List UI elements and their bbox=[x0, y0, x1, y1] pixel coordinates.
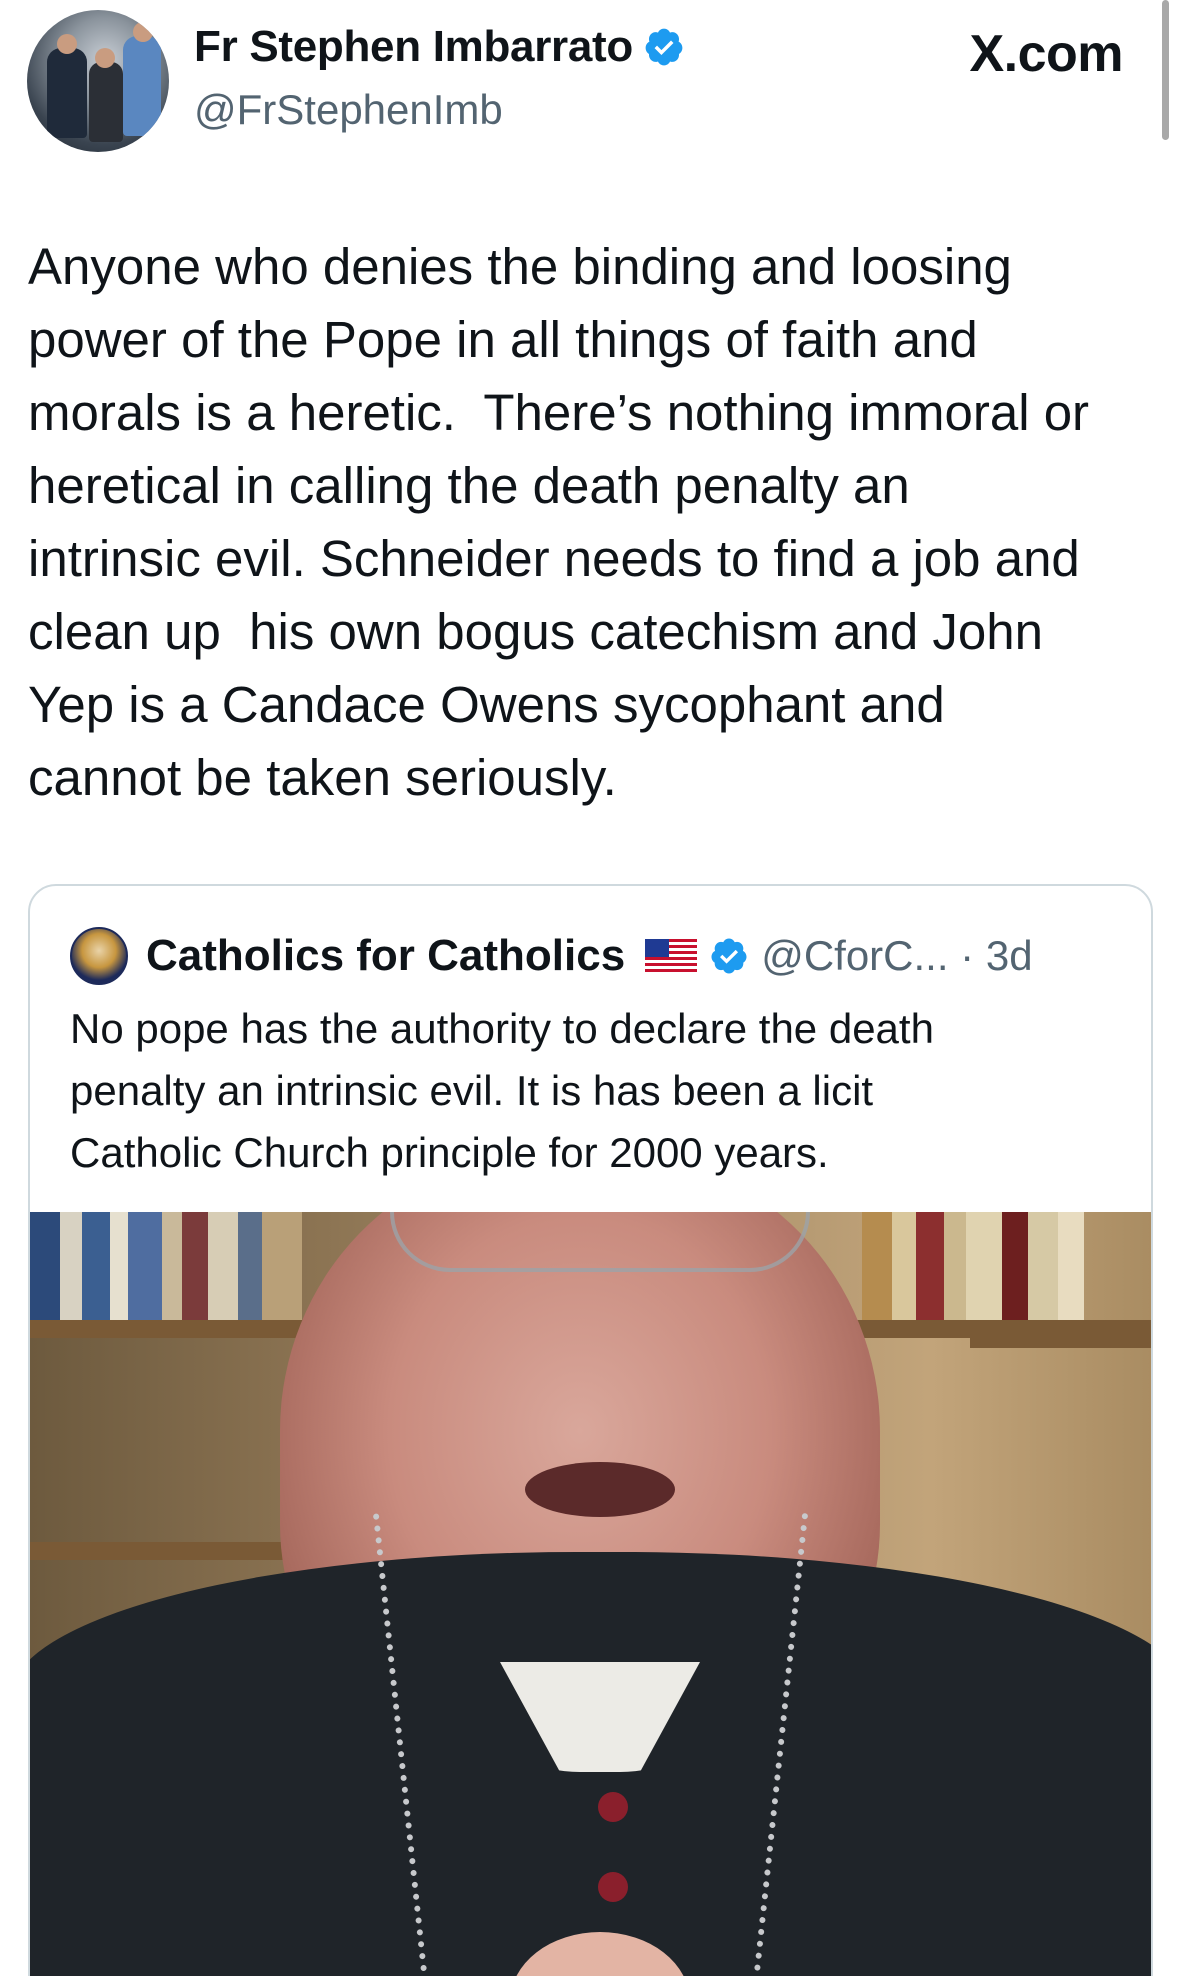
quoted-tweet-body: No pope has the authority to declare the… bbox=[70, 998, 1120, 1184]
quoted-tweet-line: Catholic Church principle for 2000 years… bbox=[70, 1129, 829, 1176]
tweet-line: cannot be taken seriously. bbox=[28, 749, 617, 806]
author-display-name[interactable]: Fr Stephen Imbarrato bbox=[194, 22, 633, 72]
verified-badge-icon bbox=[645, 28, 683, 66]
quoted-tweet-header: Catholics for Catholics @CforC... · 3d bbox=[70, 926, 1033, 986]
tweet-line: morals is a heretic. There’s nothing imm… bbox=[28, 384, 1090, 441]
tweet-line: power of the Pope in all things of faith… bbox=[28, 311, 978, 368]
tweet-line: heretical in calling the death penalty a… bbox=[28, 457, 910, 514]
quoted-tweet-line: penalty an intrinsic evil. It is has bee… bbox=[70, 1067, 874, 1114]
shelf-board bbox=[970, 1330, 1151, 1348]
video-thumbnail[interactable] bbox=[30, 1212, 1151, 1976]
cassock-button bbox=[598, 1792, 628, 1822]
author-name-row: Fr Stephen Imbarrato bbox=[194, 22, 685, 72]
tweet-header: Fr Stephen Imbarrato @FrStephenImb X.com bbox=[0, 0, 1179, 180]
us-flag-icon bbox=[645, 939, 698, 973]
tweet-line: Anyone who denies the binding and loosin… bbox=[28, 238, 1012, 295]
quoted-tweet-card[interactable]: Catholics for Catholics @CforC... · 3d N… bbox=[28, 884, 1153, 1976]
tweet-line: clean up his own bogus catechism and Joh… bbox=[28, 603, 1043, 660]
speaker-mouth bbox=[525, 1462, 675, 1517]
brand-watermark: X.com bbox=[969, 25, 1123, 83]
scrollbar[interactable] bbox=[1162, 0, 1169, 140]
speaker-glasses bbox=[390, 1212, 810, 1272]
shelf-board bbox=[30, 1542, 290, 1560]
tweet-line: intrinsic evil. Schneider needs to find … bbox=[28, 530, 1080, 587]
quoted-author-avatar[interactable] bbox=[70, 927, 128, 985]
tweet-line: Yep is a Candace Owens sycophant and bbox=[28, 676, 945, 733]
author-avatar[interactable] bbox=[27, 10, 169, 152]
quoted-author-name[interactable]: Catholics for Catholics bbox=[146, 931, 625, 981]
tweet-body: Anyone who denies the binding and loosin… bbox=[28, 230, 1163, 814]
cassock-button bbox=[598, 1872, 628, 1902]
author-handle[interactable]: @FrStephenImb bbox=[194, 86, 503, 134]
quoted-handle-time[interactable]: @CforC... · 3d bbox=[761, 932, 1032, 980]
quoted-tweet-line: No pope has the authority to declare the… bbox=[70, 1005, 934, 1052]
quoted-verified-badge-icon bbox=[711, 938, 747, 974]
